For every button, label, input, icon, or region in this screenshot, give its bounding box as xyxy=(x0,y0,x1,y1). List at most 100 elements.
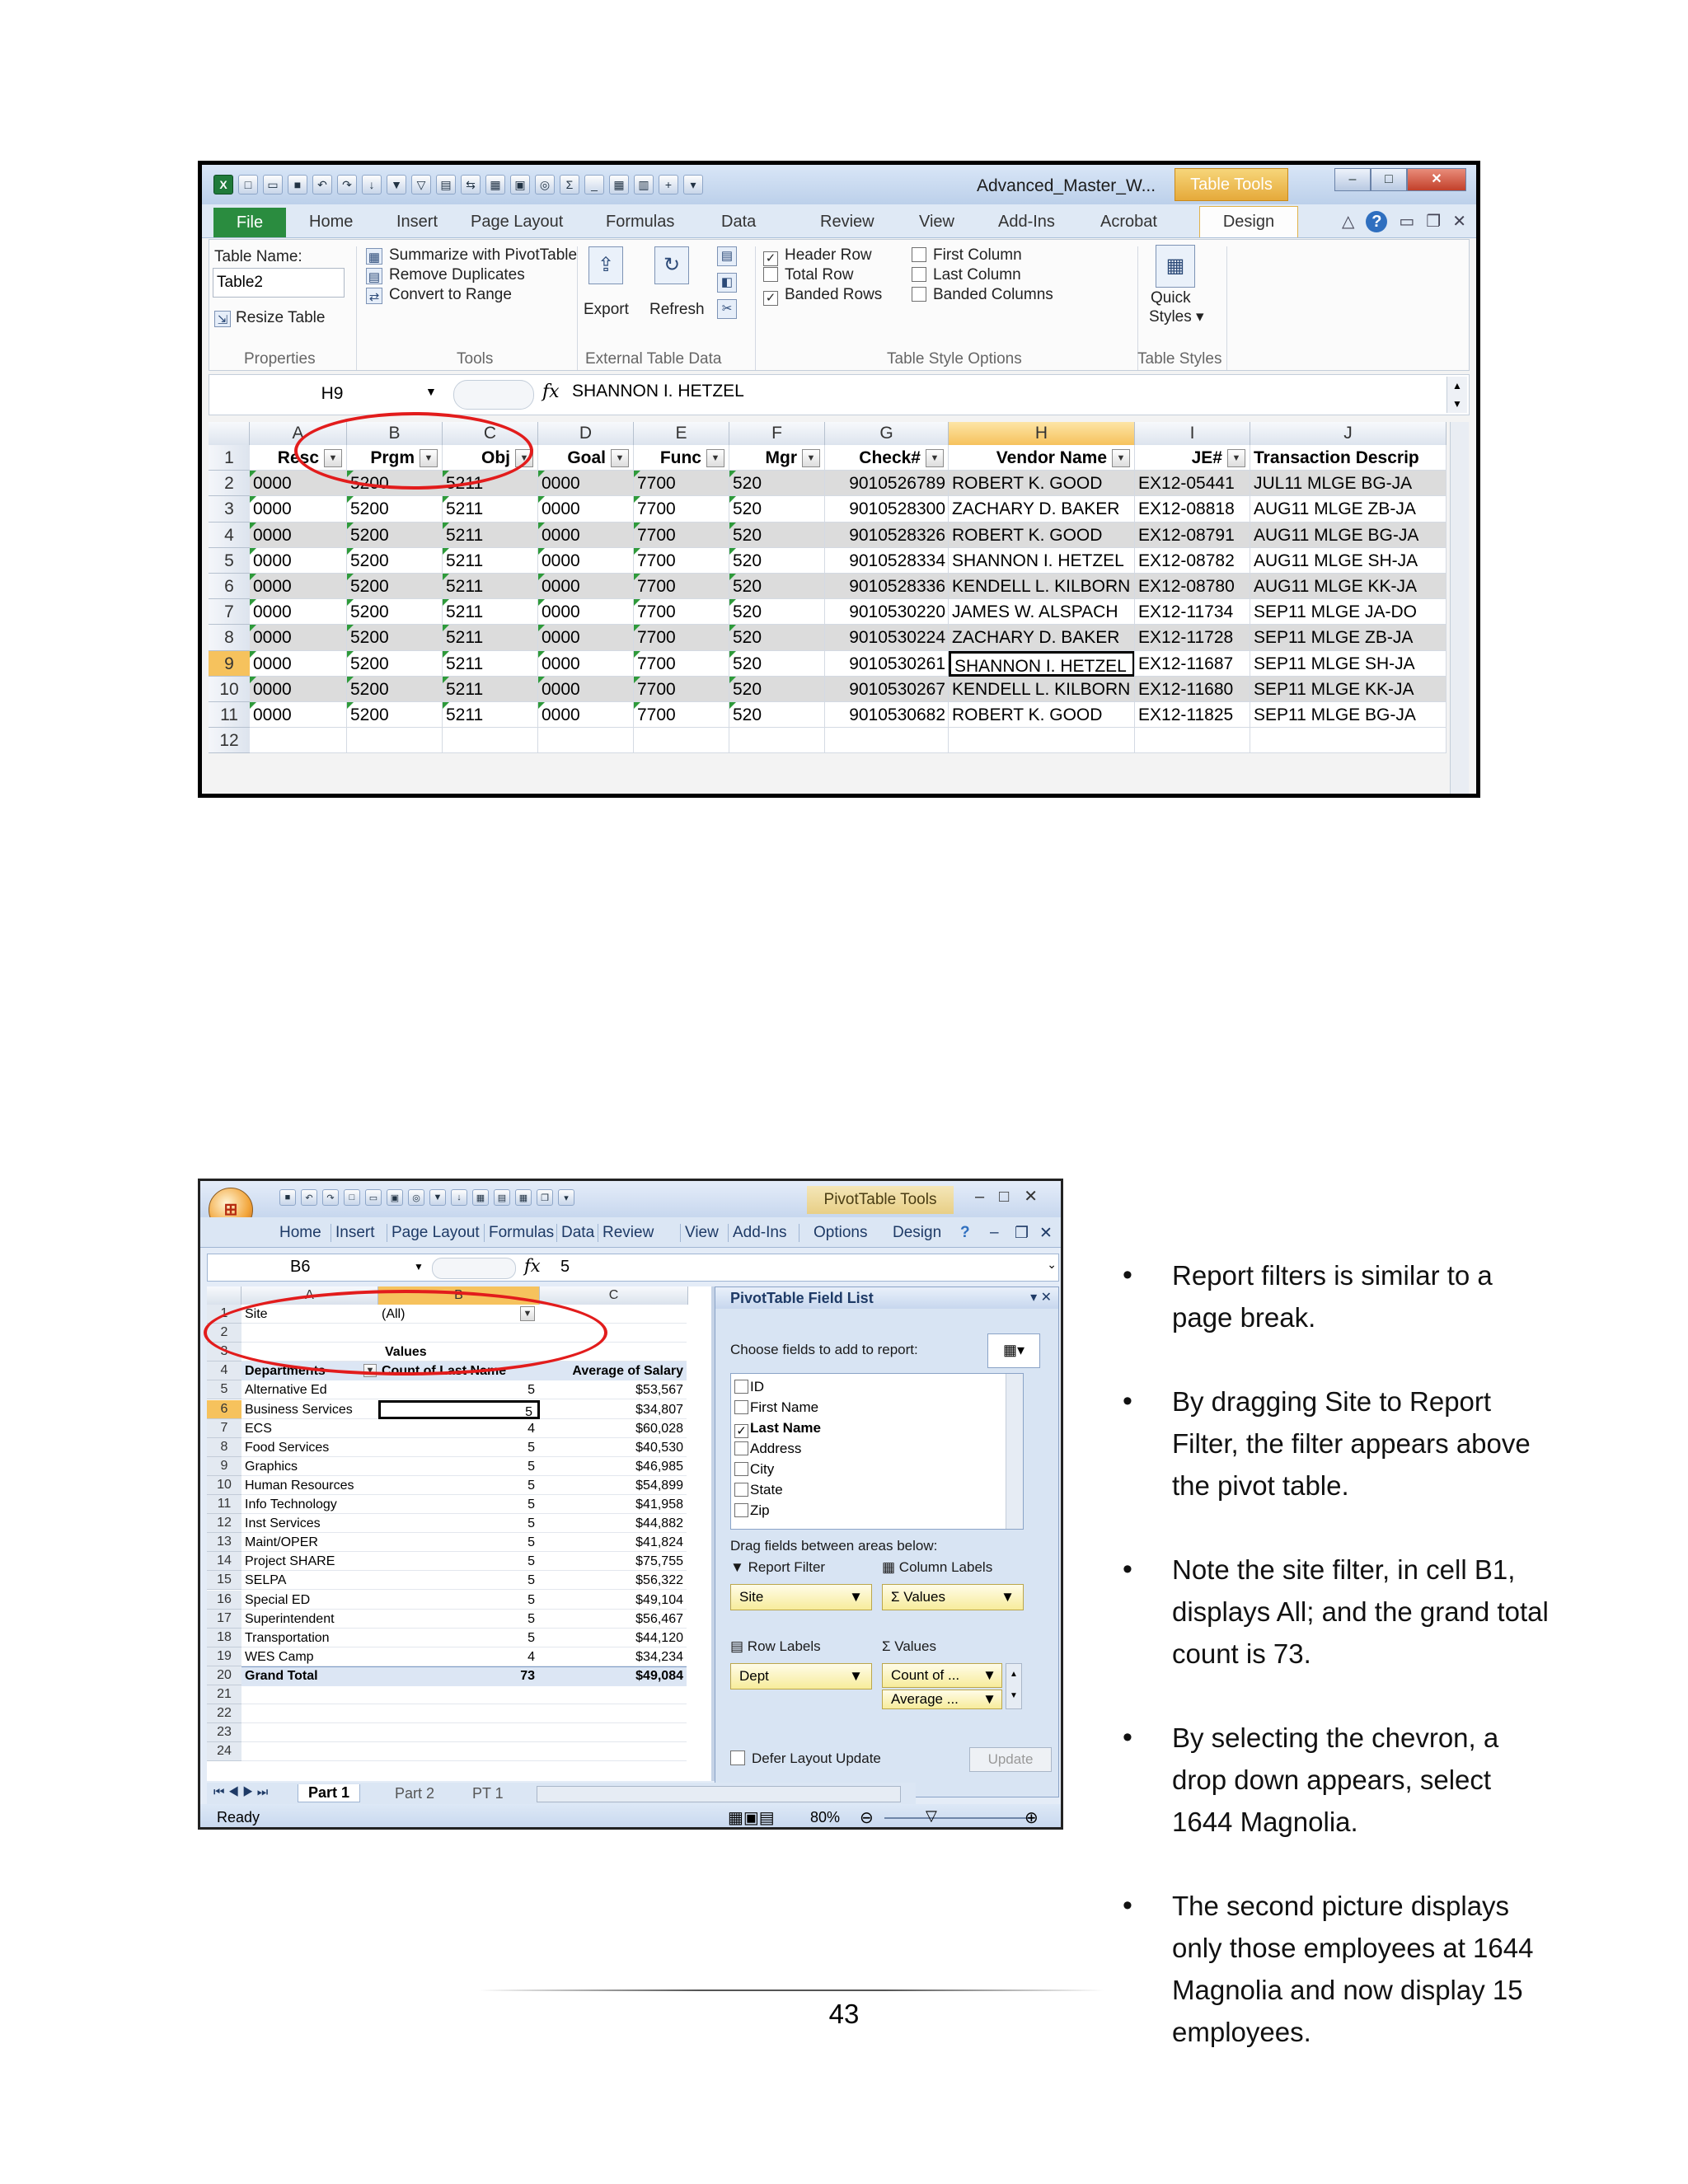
table-cell[interactable]: 5211 xyxy=(443,677,538,702)
table-header-cell[interactable]: Vendor Name xyxy=(949,445,1135,471)
sort-icon[interactable]: ↓ xyxy=(451,1189,467,1206)
field-item[interactable]: ✓ Last Name xyxy=(734,1420,821,1438)
site-filter-field[interactable]: Site ▼ xyxy=(730,1584,872,1610)
row-header-12[interactable]: 12 xyxy=(209,728,250,754)
column-header-f[interactable]: F xyxy=(729,422,825,445)
table-cell[interactable]: 9010528336 xyxy=(825,574,949,599)
banded-columns-checkbox[interactable]: Banded Columns xyxy=(912,286,1053,304)
pivot-count-cell[interactable]: 5 xyxy=(378,1571,540,1590)
table-cell[interactable]: 5200 xyxy=(347,523,443,548)
table-cell[interactable]: JUL11 MLGE BG-JA xyxy=(1250,471,1447,496)
quick-styles-icon[interactable]: ▦ xyxy=(1156,245,1195,288)
row-header-7[interactable]: 7 xyxy=(209,599,250,626)
fx-icon[interactable]: fx xyxy=(542,382,560,402)
table-cell[interactable]: 7700 xyxy=(634,599,729,625)
banded-rows-checkbox[interactable]: ✓ Banded Rows xyxy=(763,286,882,306)
pivot-count-cell[interactable]: 5 xyxy=(378,1514,540,1533)
tab-data[interactable]: Data xyxy=(561,1224,594,1242)
row-header-14[interactable]: 14 xyxy=(207,1552,241,1572)
pivot-count-cell[interactable]: 5 xyxy=(378,1476,540,1495)
table-cell[interactable]: 0000 xyxy=(250,625,347,650)
table-cell[interactable]: 7700 xyxy=(634,677,729,702)
table-cell[interactable]: SEP11 MLGE BG-JA xyxy=(1250,702,1447,728)
sheet-tab-pt-1[interactable]: PT 1 xyxy=(472,1785,504,1802)
minimize-icon[interactable]: ▭ xyxy=(1399,211,1414,232)
filter-icon[interactable]: ▼ xyxy=(429,1189,446,1206)
sort-icon[interactable]: ↓ xyxy=(362,175,382,194)
export-icon[interactable]: ⇪ xyxy=(588,246,623,284)
row-header-5[interactable]: 5 xyxy=(207,1380,241,1400)
table-cell[interactable]: 9010528300 xyxy=(825,496,949,522)
tab-insert[interactable]: Insert xyxy=(335,1224,375,1242)
column-header-j[interactable]: J xyxy=(1250,422,1447,445)
minimize-icon[interactable]: – xyxy=(975,1188,999,1206)
table-cell[interactable]: 520 xyxy=(729,599,825,625)
pivot-count-cell[interactable]: 5 xyxy=(378,1629,540,1647)
row-header-9[interactable]: 9 xyxy=(207,1456,241,1476)
table-cell[interactable]: AUG11 MLGE SH-JA xyxy=(1250,548,1447,574)
table-cell[interactable]: SEP11 MLGE ZB-JA xyxy=(1250,625,1447,650)
table-cell[interactable]: 9010528334 xyxy=(825,548,949,574)
column-header-i[interactable]: I xyxy=(1135,422,1250,445)
table-cell[interactable]: 5200 xyxy=(347,496,443,522)
row-header-22[interactable]: 22 xyxy=(207,1704,241,1724)
table-cell[interactable]: 520 xyxy=(729,677,825,702)
pivot-row-label[interactable]: Maint/OPER xyxy=(241,1533,378,1552)
pivot-row-label[interactable]: Superintendent xyxy=(241,1610,378,1629)
field-item[interactable]: Zip xyxy=(734,1502,770,1519)
formula-input[interactable]: 5 xyxy=(560,1258,570,1277)
table-cell[interactable]: EX12-08782 xyxy=(1135,548,1250,574)
table-icon[interactable]: ▦ xyxy=(485,175,505,194)
count-of-value-field[interactable]: Count of ... ▼ xyxy=(882,1663,1002,1688)
table-cell[interactable]: 0000 xyxy=(250,651,347,677)
table-cell[interactable]: 5211 xyxy=(443,523,538,548)
values-column-field[interactable]: Σ Values ▼ xyxy=(882,1584,1024,1610)
close-icon[interactable]: ✕ xyxy=(1039,1224,1053,1243)
sheet-nav-icons[interactable]: ⏮ ◀ ▶ ⏭ xyxy=(213,1785,268,1799)
pivot-average-cell[interactable]: $34,234 xyxy=(540,1647,688,1666)
row-header-6[interactable]: 6 xyxy=(207,1399,241,1419)
table-cell[interactable]: 520 xyxy=(729,625,825,650)
table-header-cell[interactable]: Transaction Descrip xyxy=(1250,445,1447,471)
table-cell[interactable]: KENDELL L. KILBORN xyxy=(949,677,1135,702)
row-header-4[interactable]: 4 xyxy=(209,522,250,548)
table-cell[interactable]: 0000 xyxy=(538,523,634,548)
table-cell[interactable]: 5211 xyxy=(443,496,538,522)
row-header-8[interactable]: 8 xyxy=(207,1437,241,1457)
table-cell[interactable]: 0000 xyxy=(250,599,347,625)
save-icon[interactable]: ■ xyxy=(279,1189,296,1206)
table-icon[interactable]: ▦ xyxy=(472,1189,489,1206)
row-header-16[interactable]: 16 xyxy=(207,1590,241,1610)
close-icon[interactable]: ✕ xyxy=(1407,168,1466,191)
tab-review[interactable]: Review xyxy=(603,1224,654,1242)
filter-dropdown-icon[interactable]: ▼ xyxy=(611,449,629,467)
select-all-corner[interactable] xyxy=(209,422,250,445)
table-cell[interactable]: 7700 xyxy=(634,625,729,650)
open-browser-icon[interactable]: ◧ xyxy=(717,273,737,293)
table-cell[interactable]: 7700 xyxy=(634,574,729,599)
tab-options[interactable]: Options xyxy=(814,1224,867,1242)
column-header-c[interactable]: C xyxy=(540,1286,688,1305)
pivot-row-label[interactable]: SELPA xyxy=(241,1571,378,1590)
restore-icon[interactable]: ❐ xyxy=(1426,211,1441,232)
tab-home[interactable]: Home xyxy=(279,1224,321,1242)
table-cell[interactable]: 5211 xyxy=(443,599,538,625)
tab-page-layout[interactable]: Page Layout xyxy=(392,1224,480,1242)
table-cell[interactable]: EX12-11825 xyxy=(1135,702,1250,728)
table-cell[interactable]: 0000 xyxy=(250,496,347,522)
name-box-dropdown-icon[interactable]: ▼ xyxy=(414,1261,424,1272)
row-header-5[interactable]: 5 xyxy=(209,547,250,574)
row-header-11[interactable]: 11 xyxy=(207,1495,241,1514)
table-cell[interactable]: 9010530220 xyxy=(825,599,949,625)
pivot-average-cell[interactable]: $75,755 xyxy=(540,1552,688,1571)
tab-formulas[interactable]: Formulas xyxy=(606,213,674,232)
field-item[interactable]: State xyxy=(734,1482,783,1498)
column-header-h[interactable]: H xyxy=(949,422,1135,445)
customize-qat-icon[interactable]: ▾ xyxy=(683,175,703,194)
row-header-15[interactable]: 15 xyxy=(207,1571,241,1591)
pivot-count-cell[interactable]: 5 xyxy=(378,1495,540,1514)
pivot-average-cell[interactable]: $53,567 xyxy=(540,1380,688,1399)
restore-icon[interactable]: ❐ xyxy=(1015,1224,1029,1243)
table-cell[interactable]: 0000 xyxy=(538,496,634,522)
table-cell[interactable]: EX12-08780 xyxy=(1135,574,1250,599)
